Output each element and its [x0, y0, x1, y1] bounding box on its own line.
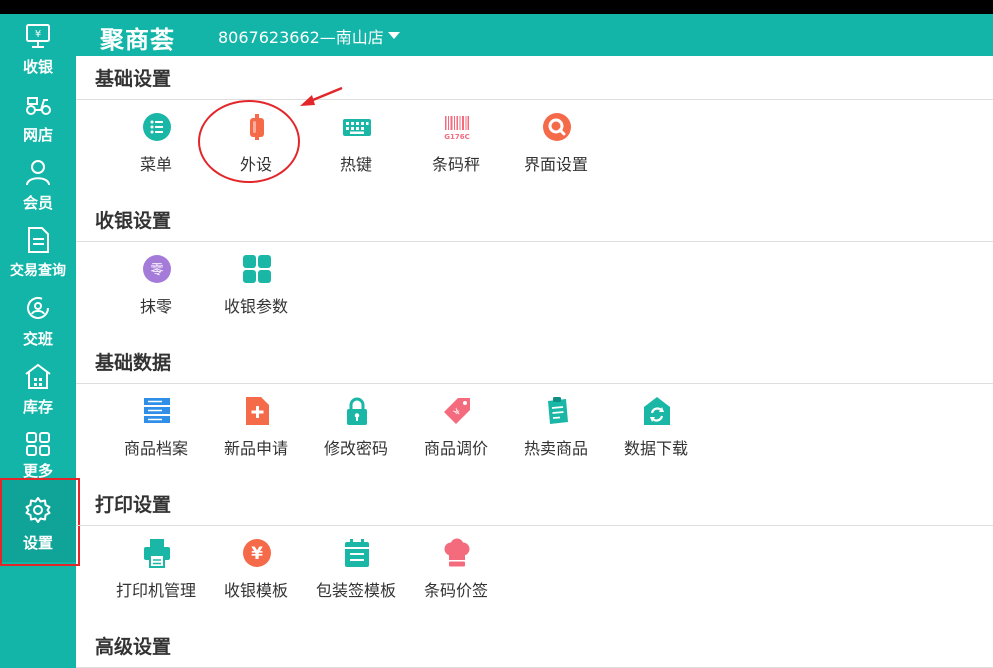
header: 聚商荟 8067623662—南山店: [76, 14, 993, 56]
tile-label: 新品申请: [223, 439, 288, 458]
round-off-icon: 零: [143, 255, 171, 283]
tile-data-download[interactable]: 数据下载: [606, 388, 706, 462]
tile-printer-management[interactable]: 打印机管理: [106, 530, 206, 604]
tile-label: 包装签模板: [315, 581, 396, 600]
tile-cashier-template[interactable]: ¥ 收银模板: [206, 530, 306, 604]
sidebar-item-label: 设置: [22, 534, 53, 552]
window-top-bar: [0, 0, 993, 14]
sidebar-item-cashier[interactable]: ¥ 收银: [0, 18, 76, 86]
section-divider: [76, 241, 993, 242]
sidebar-item-online-store[interactable]: 网店: [0, 86, 76, 154]
section-title-basic-settings: 基础设置: [95, 68, 172, 90]
new-product-document-icon: [246, 397, 269, 425]
tile-hot-sale[interactable]: 热卖商品: [506, 388, 606, 462]
grid-more-icon: [26, 432, 50, 456]
tile-price-adjust[interactable]: ¥ 商品调价: [406, 388, 506, 462]
store-selector[interactable]: 8067623662—南山店: [218, 24, 384, 48]
gear-icon: [25, 497, 51, 523]
section-title-basic-data: 基础数据: [95, 352, 172, 374]
section-title-advanced-settings: 高级设置: [95, 636, 172, 658]
section-divider: [76, 383, 993, 384]
tile-label: 商品档案: [123, 439, 188, 458]
sidebar-item-inventory[interactable]: 库存: [0, 358, 76, 426]
annotation-highlight-circle: [198, 100, 300, 183]
cashier-icon: ¥: [26, 24, 50, 48]
tile-label: 菜单: [139, 155, 172, 174]
tile-label: 条码秤: [431, 155, 480, 174]
tile-label: 收银模板: [223, 581, 288, 600]
tile-menu[interactable]: 菜单: [106, 104, 206, 178]
sidebar-item-label: 交班: [22, 330, 53, 348]
lock-icon: [347, 397, 367, 425]
sidebar-item-label: 会员: [22, 194, 53, 212]
tile-label: 热卖商品: [523, 439, 588, 458]
tile-label: 界面设置: [523, 155, 588, 174]
tile-cashier-params[interactable]: 收银参数: [206, 246, 306, 320]
tile-barcode-scale[interactable]: G176C 条码秤: [406, 104, 506, 178]
member-icon: [26, 160, 50, 186]
tile-ui-settings[interactable]: 界面设置: [506, 104, 606, 178]
section-divider: [76, 525, 993, 526]
tile-label: 数据下载: [623, 439, 688, 458]
warehouse-icon: [25, 363, 51, 389]
grid-params-icon: [243, 255, 271, 283]
delivery-scooter-icon: [26, 97, 51, 115]
app-logo: 聚商荟: [100, 26, 175, 54]
data-download-house-icon: [644, 397, 670, 425]
hot-sale-clipboard-icon: [548, 397, 568, 424]
tile-hotkey[interactable]: 热键: [306, 104, 406, 178]
svg-text:¥: ¥: [35, 29, 41, 40]
tile-label: 修改密码: [323, 439, 388, 458]
sidebar-item-label: 网店: [22, 126, 53, 144]
sidebar-item-member[interactable]: 会员: [0, 154, 76, 222]
tile-label: 热键: [339, 155, 372, 174]
tile-barcode-price-label[interactable]: 条码价签: [406, 530, 506, 604]
sidebar-item-label: 交易查询: [10, 263, 66, 279]
tile-round-off[interactable]: 零 抹零: [106, 246, 206, 320]
server-stack-icon: [144, 398, 170, 423]
caret-down-icon[interactable]: [388, 32, 400, 39]
tile-packaging-label-template[interactable]: 包装签模板: [306, 530, 406, 604]
yen-coin-icon: ¥: [243, 539, 271, 567]
sidebar-item-shift[interactable]: 交班: [0, 290, 76, 358]
tile-new-product-request[interactable]: 新品申请: [206, 388, 306, 462]
sidebar-item-label: 收银: [22, 58, 53, 76]
tile-label: 商品调价: [423, 439, 488, 458]
printer-icon: [144, 539, 170, 568]
search-magnifier-icon: [543, 113, 571, 141]
round-off-icon-text: 零: [150, 263, 163, 278]
sidebar-item-settings[interactable]: 设置: [0, 478, 80, 566]
menu-list-icon: [143, 113, 171, 141]
svg-text:¥: ¥: [251, 544, 263, 564]
calendar-label-icon: [345, 539, 369, 567]
section-title-print-settings: 打印设置: [95, 494, 172, 516]
price-tag-icon: ¥: [444, 398, 470, 424]
keyboard-icon: [343, 119, 371, 136]
sidebar: ¥ 收银 网店 会员 交易查询 交班 库存 更多 设置: [0, 14, 80, 668]
sidebar-item-transaction-query[interactable]: 交易查询: [0, 222, 76, 290]
tile-label: 收银参数: [223, 297, 288, 316]
tile-change-password[interactable]: 修改密码: [306, 388, 406, 462]
transaction-document-icon: [28, 227, 49, 253]
sidebar-item-label: 库存: [22, 398, 53, 416]
section-title-cashier-settings: 收银设置: [95, 210, 172, 232]
barcode-scale-icon: G176C: [444, 116, 470, 141]
chef-hat-icon: [444, 538, 470, 567]
tile-label: 条码价签: [423, 581, 488, 600]
section-divider: [76, 99, 993, 100]
tile-label: 打印机管理: [115, 581, 196, 600]
tile-label: 抹零: [139, 297, 172, 316]
annotation-arrow-icon: [300, 86, 343, 106]
shift-handover-icon: [27, 297, 49, 319]
barcode-icon-text: G176C: [444, 133, 470, 141]
tile-product-archive[interactable]: 商品档案: [106, 388, 206, 462]
